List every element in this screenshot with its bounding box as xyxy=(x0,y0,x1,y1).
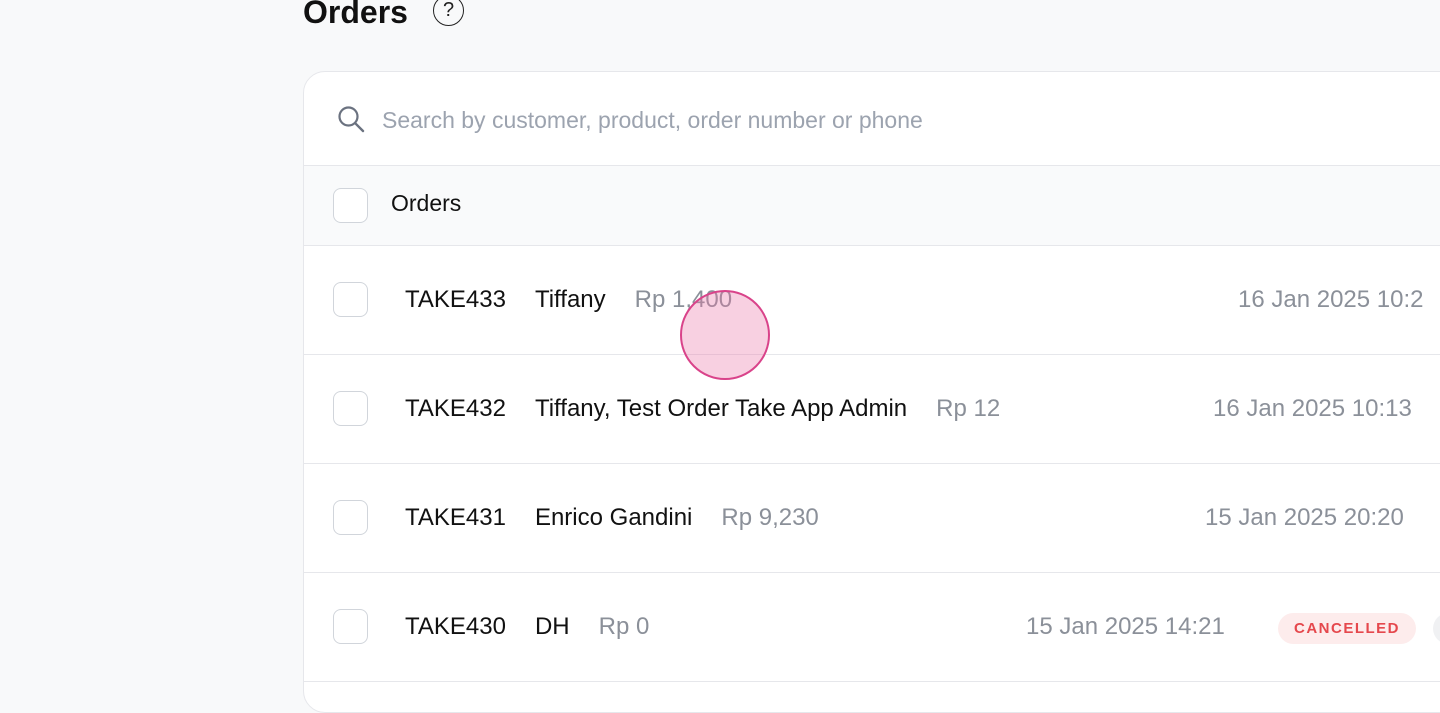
row-checkbox[interactable] xyxy=(333,391,368,426)
search-input[interactable] xyxy=(380,102,1184,138)
table-header-label: Orders xyxy=(391,190,462,216)
order-amount: Rp 12 xyxy=(936,395,1001,422)
table-row[interactable]: TAKE433 Tiffany Rp 1,400 16 Jan 2025 10:… xyxy=(304,246,1440,355)
customer-name: Tiffany xyxy=(534,286,606,313)
status-badge-cancelled: CANCELLED xyxy=(1278,613,1416,644)
table-header: Orders xyxy=(304,166,1440,246)
row-checkbox[interactable] xyxy=(333,609,368,644)
order-date: 16 Jan 2025 10:13 xyxy=(1213,395,1412,422)
help-icon[interactable]: ? xyxy=(433,0,464,26)
order-date: 16 Jan 2025 10:2 xyxy=(1238,286,1424,313)
status-badge-extra xyxy=(1433,613,1440,644)
search-bar xyxy=(304,72,1440,166)
order-number: TAKE431 xyxy=(405,504,506,531)
order-date: 15 Jan 2025 14:21 xyxy=(1026,613,1225,640)
order-number: TAKE433 xyxy=(405,286,506,313)
table-row[interactable]: TAKE432 Tiffany, Test Order Take App Adm… xyxy=(304,355,1440,464)
order-number: TAKE430 xyxy=(405,613,506,640)
row-checkbox[interactable] xyxy=(333,282,368,317)
customer-name: Enrico Gandini xyxy=(534,504,693,531)
orders-card: Orders TAKE433 Tiffany Rp 1,400 16 Jan 2… xyxy=(303,71,1440,713)
table-row[interactable]: TAKE431 Enrico Gandini Rp 9,230 15 Jan 2… xyxy=(304,464,1440,573)
customer-name: Tiffany, Test Order Take App Admin xyxy=(534,395,908,422)
table-row[interactable]: TAKE430 DH Rp 0 15 Jan 2025 14:21 CANCEL… xyxy=(304,573,1440,682)
page-title: Orders xyxy=(303,0,408,30)
customer-name: DH xyxy=(534,613,570,640)
search-icon xyxy=(338,106,365,133)
row-checkbox[interactable] xyxy=(333,500,368,535)
select-all-checkbox[interactable] xyxy=(333,188,368,223)
order-number: TAKE432 xyxy=(405,395,506,422)
order-amount: Rp 9,230 xyxy=(721,504,819,531)
order-amount: Rp 1,400 xyxy=(634,286,733,313)
order-amount: Rp 0 xyxy=(598,613,650,640)
order-date: 15 Jan 2025 20:20 xyxy=(1205,504,1404,531)
